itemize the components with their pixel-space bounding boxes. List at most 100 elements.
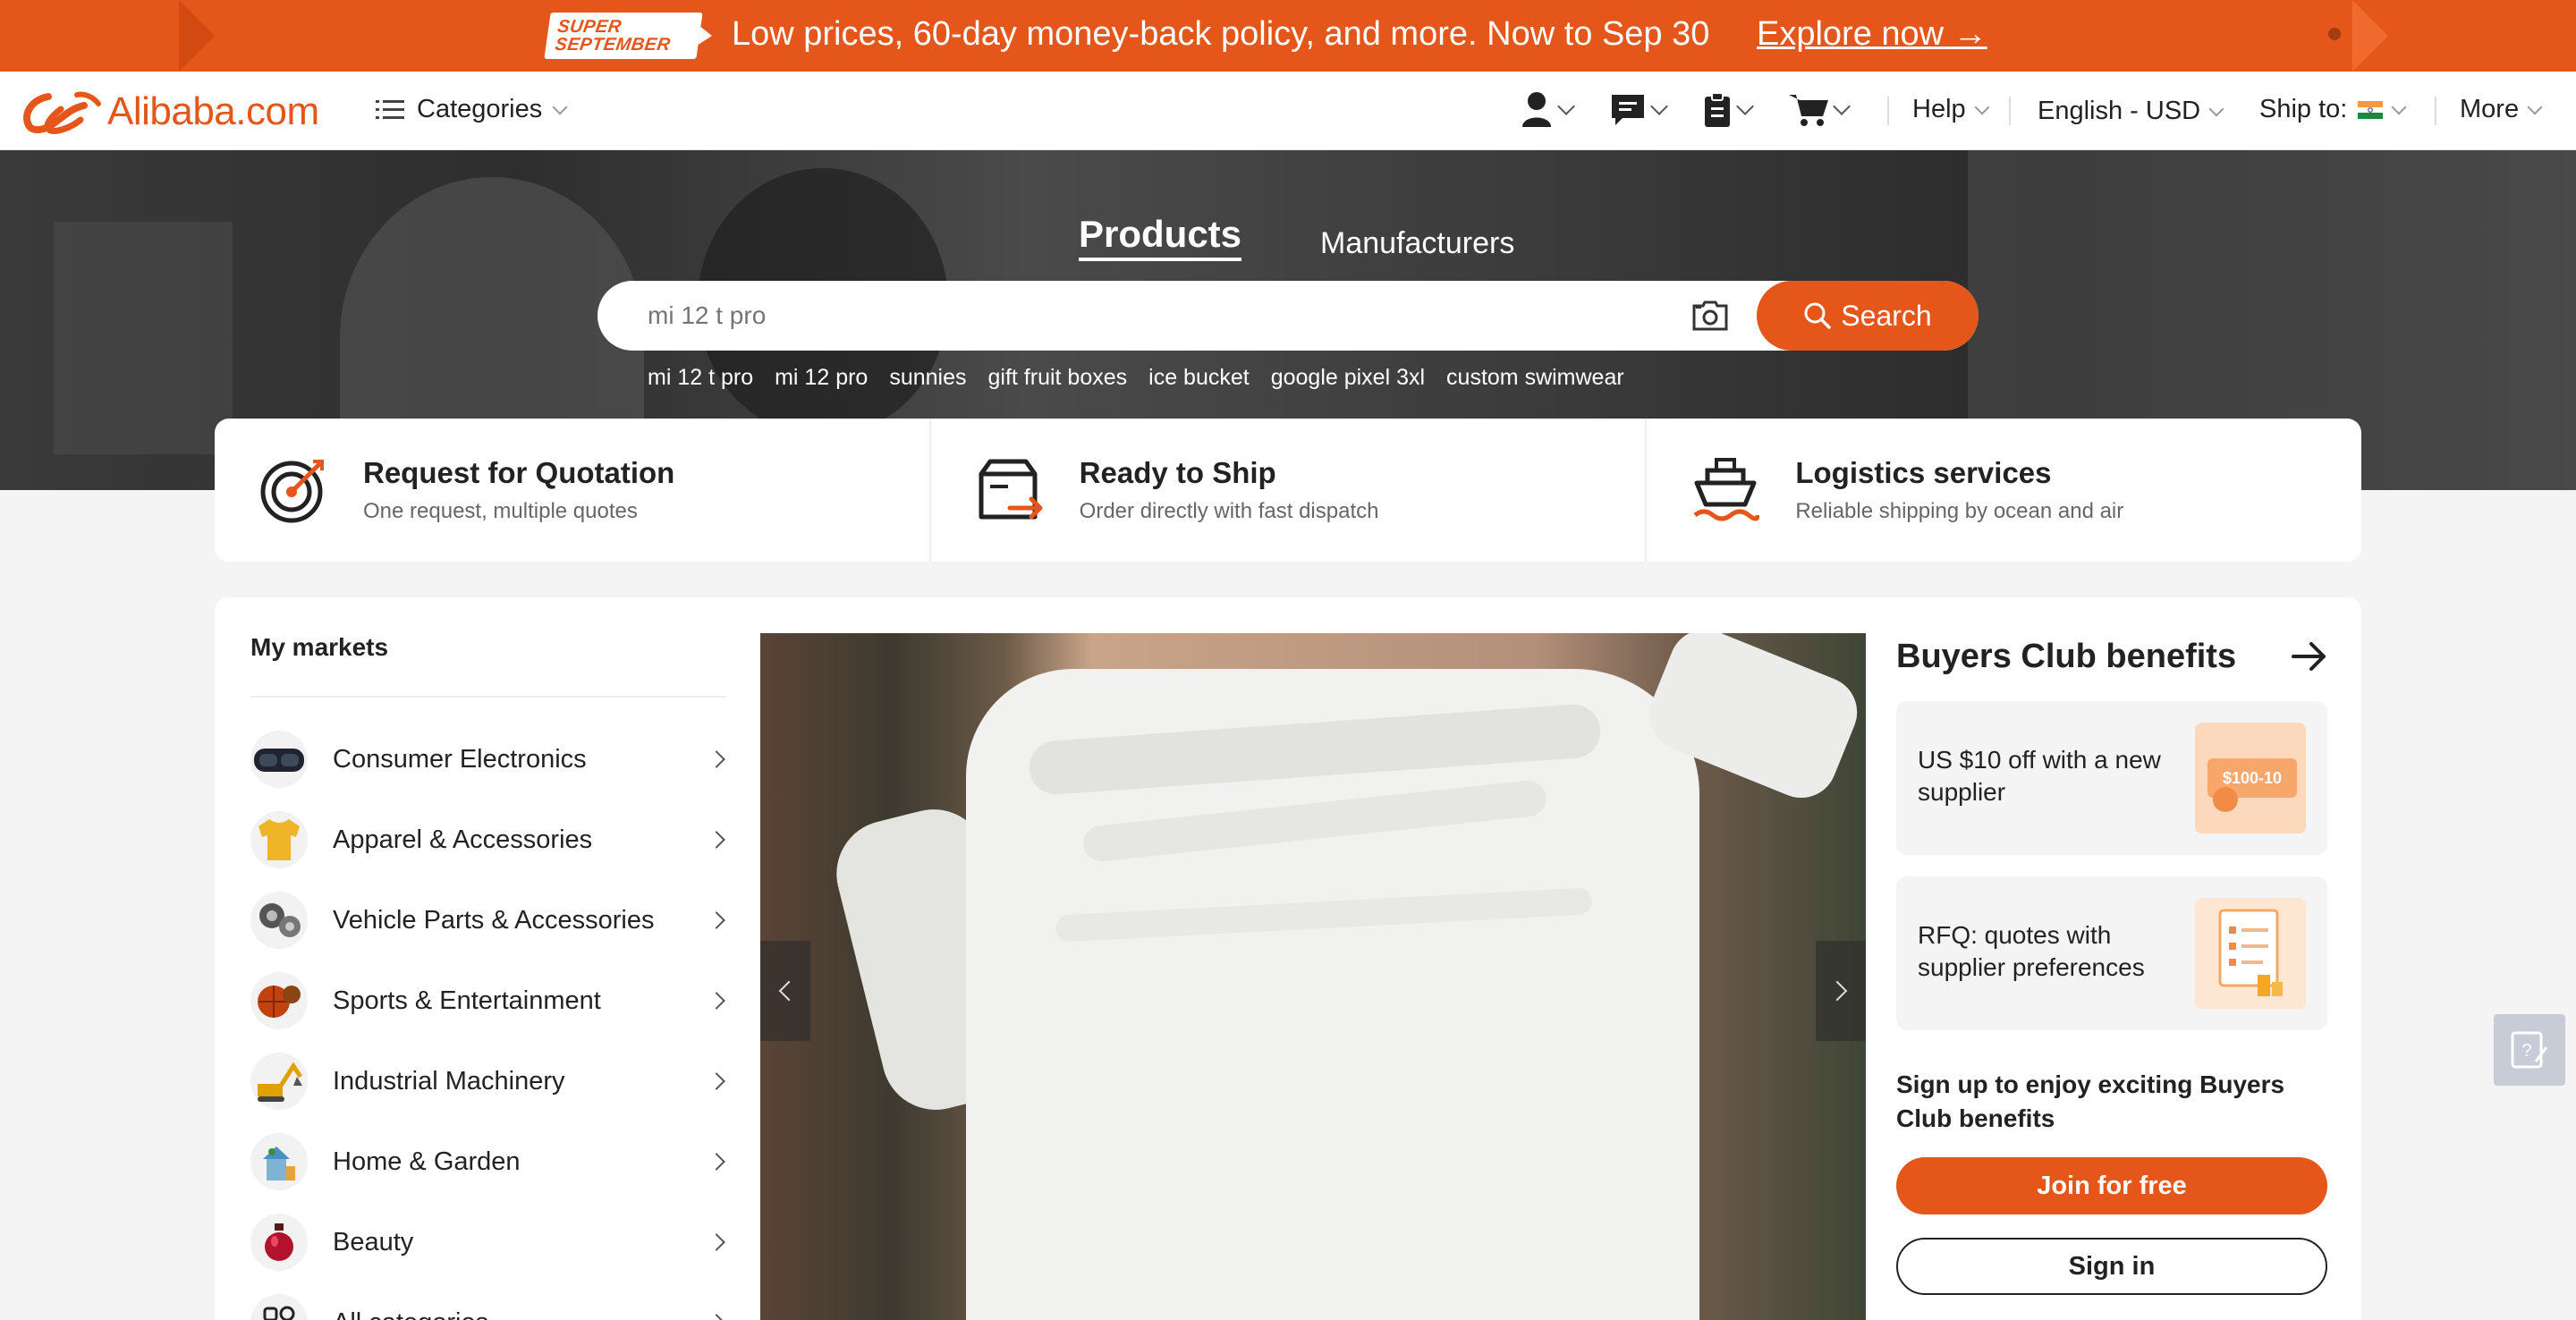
help-menu[interactable]: Help bbox=[1912, 95, 1990, 124]
top-header: Alibaba.com Categories Help English - US… bbox=[0, 72, 2576, 150]
market-item-consumer-electronics[interactable]: Consumer Electronics bbox=[250, 719, 726, 800]
perfume-icon bbox=[250, 1214, 308, 1271]
tab-manufacturers[interactable]: Manufacturers bbox=[1320, 226, 1514, 261]
promo-message: Low prices, 60-day money-back policy, an… bbox=[732, 15, 1710, 53]
search-suggestions: mi 12 t pro mi 12 pro sunnies gift fruit… bbox=[648, 365, 1624, 391]
account-menu[interactable] bbox=[1521, 91, 1575, 127]
search-input[interactable] bbox=[648, 281, 1631, 351]
chevron-down-icon bbox=[1557, 97, 1575, 115]
suggestion-link[interactable]: ice bucket bbox=[1148, 365, 1250, 391]
cart-icon bbox=[1789, 95, 1828, 126]
categories-button[interactable]: Categories bbox=[376, 95, 568, 124]
market-label: Industrial Machinery bbox=[333, 1066, 565, 1096]
my-markets-panel: My markets Consumer Electronics Apparel … bbox=[250, 633, 726, 1320]
alibaba-logo[interactable]: Alibaba.com bbox=[21, 88, 319, 136]
categories-label: Categories bbox=[417, 95, 543, 123]
markets-title: My markets bbox=[250, 633, 726, 698]
benefit-card-coupon[interactable]: US $10 off with a new supplier $100-10 bbox=[1896, 701, 2327, 855]
buyers-club-header[interactable]: Buyers Club benefits bbox=[1896, 633, 2327, 680]
promo-carousel[interactable] bbox=[760, 633, 1866, 1320]
service-subtitle: Order directly with fast dispatch bbox=[1079, 499, 1379, 523]
suggestion-link[interactable]: mi 12 t pro bbox=[648, 365, 753, 391]
header-divider bbox=[2435, 97, 2436, 125]
market-label: Home & Garden bbox=[333, 1147, 521, 1176]
chevron-down-icon bbox=[1833, 97, 1851, 115]
service-title: Logistics services bbox=[1795, 456, 2052, 489]
chevron-down-icon bbox=[2391, 99, 2407, 114]
service-title: Ready to Ship bbox=[1079, 456, 1276, 489]
market-item-home-garden[interactable]: Home & Garden bbox=[250, 1121, 726, 1202]
chevron-right-icon bbox=[708, 831, 725, 849]
suggestion-link[interactable]: google pixel 3xl bbox=[1271, 365, 1425, 391]
chevron-left-icon bbox=[778, 980, 800, 1002]
image-search-icon[interactable] bbox=[1690, 299, 1730, 333]
carousel-next-button[interactable] bbox=[1816, 941, 1866, 1041]
market-label: Vehicle Parts & Accessories bbox=[333, 905, 655, 935]
feedback-icon: ? bbox=[2511, 1031, 2548, 1069]
chevron-down-icon bbox=[1736, 97, 1754, 115]
messages-menu[interactable] bbox=[1610, 91, 1668, 127]
coupon-text: $100-10 bbox=[2223, 769, 2282, 787]
suggestion-link[interactable]: gift fruit boxes bbox=[988, 365, 1128, 391]
service-card-ready-to-ship[interactable]: Ready to Ship Order directly with fast d… bbox=[931, 419, 1648, 562]
chevron-right-icon bbox=[708, 1072, 725, 1090]
header-divider bbox=[1887, 97, 1889, 125]
banner-dot bbox=[2328, 28, 2341, 40]
tshirt-icon bbox=[250, 811, 308, 868]
language-label: English - USD bbox=[2038, 97, 2201, 125]
market-item-vehicle-parts[interactable]: Vehicle Parts & Accessories bbox=[250, 880, 726, 960]
orders-menu[interactable] bbox=[1703, 91, 1754, 127]
hero-background-shape bbox=[54, 222, 233, 454]
suggestion-link[interactable]: sunnies bbox=[889, 365, 966, 391]
suggestion-link[interactable]: mi 12 pro bbox=[775, 365, 868, 391]
ship-to-menu[interactable]: Ship to: bbox=[2259, 95, 2407, 124]
market-item-beauty[interactable]: Beauty bbox=[250, 1202, 726, 1282]
search-button[interactable]: Search bbox=[1757, 281, 1979, 351]
super-september-badge: SUPER SEPTEMBER bbox=[544, 13, 703, 59]
carousel-prev-button[interactable] bbox=[760, 941, 810, 1041]
explore-now-link[interactable]: Explore now → bbox=[1757, 15, 1987, 54]
service-card-rfq[interactable]: Request for Quotation One request, multi… bbox=[215, 419, 931, 562]
excavator-icon bbox=[250, 1053, 308, 1110]
chevron-right-icon bbox=[708, 1233, 725, 1251]
chevron-down-icon bbox=[1650, 97, 1668, 115]
chevron-down-icon bbox=[1974, 99, 1990, 114]
language-currency-menu[interactable]: English - USD bbox=[2038, 97, 2224, 126]
message-icon bbox=[1612, 95, 1644, 125]
badge-line-2: SEPTEMBER bbox=[554, 35, 673, 55]
arrow-right-icon[interactable] bbox=[2292, 641, 2327, 672]
search-bar: Search bbox=[597, 281, 1979, 351]
chevron-down-icon bbox=[2527, 99, 2543, 114]
service-card-logistics[interactable]: Logistics services Reliable shipping by … bbox=[1647, 419, 2361, 562]
promo-banner[interactable]: SUPER SEPTEMBER Low prices, 60-day money… bbox=[0, 0, 2576, 72]
market-label: Beauty bbox=[333, 1227, 414, 1257]
chevron-right-icon bbox=[708, 911, 725, 929]
home-garden-icon bbox=[250, 1133, 308, 1190]
benefit-text: US $10 off with a new supplier bbox=[1918, 746, 2161, 806]
cart-menu[interactable] bbox=[1789, 91, 1851, 127]
rfq-illustration bbox=[2195, 898, 2306, 1009]
alibaba-logo-icon bbox=[23, 91, 101, 134]
feedback-button[interactable]: ? bbox=[2494, 1014, 2565, 1086]
sign-in-button[interactable]: Sign in bbox=[1896, 1238, 2327, 1295]
more-menu[interactable]: More bbox=[2460, 95, 2543, 124]
market-label: Apparel & Accessories bbox=[333, 825, 593, 854]
service-subtitle: Reliable shipping by ocean and air bbox=[1795, 499, 2124, 523]
tab-products[interactable]: Products bbox=[1079, 213, 1242, 261]
join-for-free-button[interactable]: Join for free bbox=[1896, 1157, 2327, 1214]
suggestion-link[interactable]: custom swimwear bbox=[1446, 365, 1624, 391]
benefit-card-rfq[interactable]: RFQ: quotes with supplier preferences bbox=[1896, 876, 2327, 1030]
market-item-industrial-machinery[interactable]: Industrial Machinery bbox=[250, 1041, 726, 1121]
user-icon bbox=[1522, 92, 1551, 127]
coupon-illustration: $100-10 bbox=[2195, 723, 2306, 833]
market-item-all-categories[interactable]: All categories bbox=[250, 1282, 726, 1320]
market-label: Consumer Electronics bbox=[333, 744, 587, 774]
market-item-sports[interactable]: Sports & Entertainment bbox=[250, 960, 726, 1041]
market-label: All categories bbox=[333, 1308, 488, 1320]
india-flag-icon bbox=[2358, 100, 2384, 119]
banner-stripe-right bbox=[2352, 0, 2388, 72]
sports-balls-icon bbox=[250, 972, 308, 1029]
buyers-club-title: Buyers Club benefits bbox=[1896, 637, 2237, 675]
service-subtitle: One request, multiple quotes bbox=[363, 499, 638, 523]
market-item-apparel[interactable]: Apparel & Accessories bbox=[250, 800, 726, 880]
